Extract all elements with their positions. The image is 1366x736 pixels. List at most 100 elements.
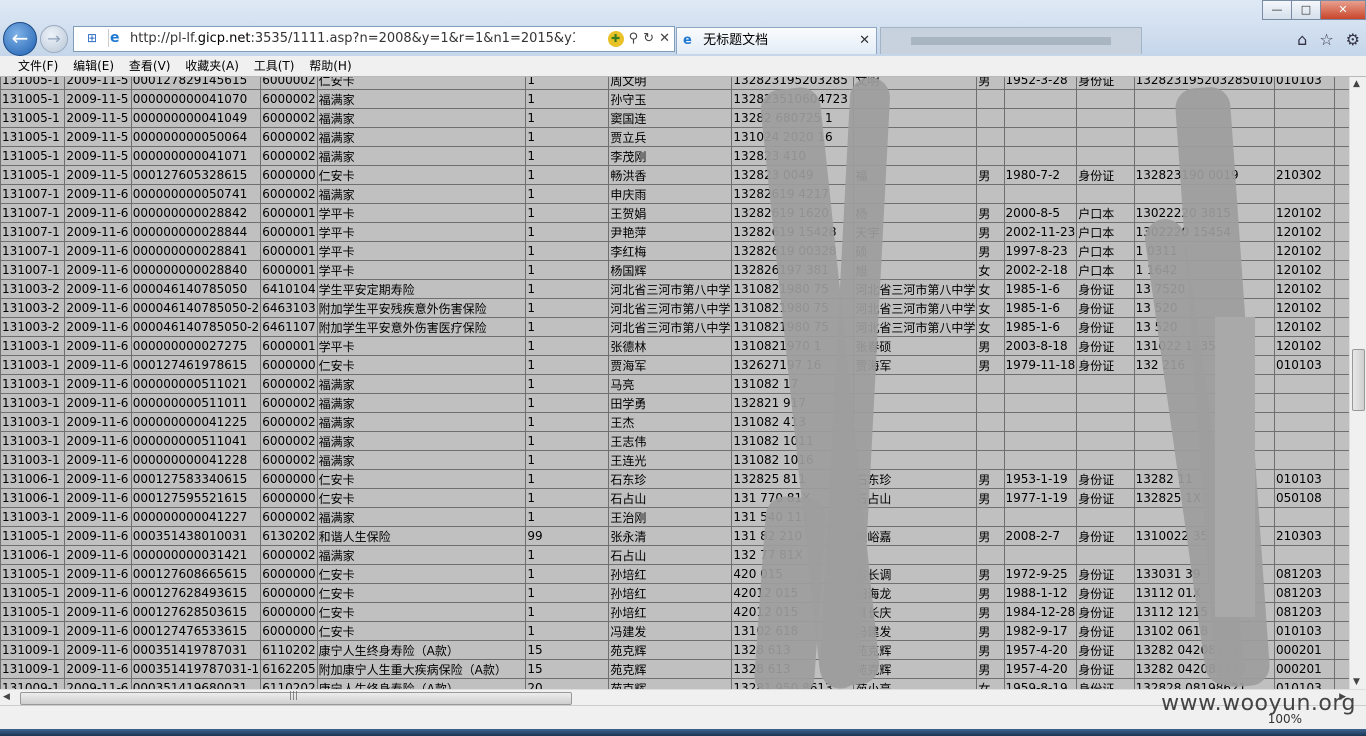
- col-occupation-code: 081203: [1273, 564, 1336, 584]
- vertical-scrollbar[interactable]: ▲ ▼: [1349, 77, 1366, 689]
- col-birthdate: 2008-2-7: [1003, 526, 1078, 546]
- col-id-type: [1076, 184, 1135, 204]
- col-extra: [1334, 279, 1350, 299]
- col-date: 2009-11-6: [64, 317, 132, 337]
- window-controls: — □ ✕: [1262, 0, 1366, 20]
- col-policy-no: 000351438010031: [130, 526, 262, 546]
- menu-edit[interactable]: 编辑(E): [73, 59, 114, 73]
- col-occupation-code: [1273, 127, 1336, 147]
- col-id-type: [1076, 393, 1135, 413]
- menu-view[interactable]: 查看(V): [129, 59, 171, 73]
- col-birthdate: 1957-4-20: [1003, 640, 1078, 660]
- back-button[interactable]: ←: [3, 22, 37, 56]
- pin-site-icon[interactable]: ⊞: [76, 29, 109, 47]
- col-birthdate: [1003, 450, 1078, 470]
- col-product-code: 6000000: [260, 469, 318, 489]
- home-icon[interactable]: ⌂: [1297, 30, 1307, 49]
- tab-close-icon[interactable]: ✕: [859, 28, 870, 54]
- col-agency-code: 131003-1: [0, 355, 66, 375]
- col-birthdate: [1003, 374, 1078, 394]
- forward-button[interactable]: →: [40, 25, 68, 53]
- col-count: 1: [525, 507, 610, 527]
- col-count: 1: [525, 602, 610, 622]
- col-applicant: 张永清: [608, 526, 733, 546]
- col-extra: [1334, 146, 1350, 166]
- col-applicant: 窦国连: [608, 108, 733, 128]
- col-id-type: [1076, 431, 1135, 451]
- table-row: 131006-1 2009-11-6 000127595521615 6000000 仁…: [0, 488, 1350, 508]
- col-product-name: 福满家: [316, 412, 527, 432]
- col-agency-code: 131003-1: [0, 412, 66, 432]
- col-date: 2009-11-6: [64, 184, 132, 204]
- minimize-button[interactable]: —: [1262, 0, 1292, 20]
- col-applicant: 李茂刚: [608, 146, 733, 166]
- col-occupation-code: 210303: [1273, 526, 1336, 546]
- col-gender: 男: [976, 621, 1005, 641]
- col-policy-no: 000046140785050-2: [130, 317, 262, 337]
- compat-view-icon[interactable]: ✚: [607, 31, 624, 47]
- col-applicant: 王治刚: [608, 507, 733, 527]
- col-product-name: 仁安卡: [316, 602, 527, 622]
- favorites-icon[interactable]: ☆: [1319, 30, 1333, 49]
- col-product-name: 仁安卡: [316, 564, 527, 584]
- col-policy-no: 000127628503615: [130, 602, 262, 622]
- col-product-name: 仁安卡: [316, 469, 527, 489]
- table-row: 131005-1 2009-11-6 000127628493615 6000000 仁…: [0, 583, 1350, 603]
- col-birthdate: [1003, 412, 1078, 432]
- vertical-scroll-thumb[interactable]: [1352, 349, 1365, 411]
- col-gender: 男: [976, 469, 1005, 489]
- tab-active[interactable]: e 无标题文档 ✕: [676, 27, 877, 54]
- col-policy-no: 000127829145615: [130, 77, 262, 90]
- col-agency-code: 131003-1: [0, 393, 66, 413]
- col-policy-no: 000127476533615: [130, 621, 262, 641]
- scroll-left-arrow-icon[interactable]: ◀: [3, 692, 10, 702]
- col-policy-no: 000000000028842: [130, 203, 262, 223]
- col-gender: 男: [976, 355, 1005, 375]
- browser-chrome: — □ ✕ ← → ⊞ e http://pl-lf.gicp.net:3535…: [0, 0, 1366, 56]
- tab-inactive[interactable]: [880, 27, 1142, 54]
- col-policy-no: 000351419680031: [130, 678, 262, 689]
- col-date: 2009-11-6: [64, 412, 132, 432]
- col-count: 1: [525, 241, 610, 261]
- col-occupation-code: 010103: [1273, 621, 1336, 641]
- maximize-button[interactable]: □: [1291, 0, 1321, 20]
- table-row: 131005-1 2009-11-6 000127608665615 6000000 仁…: [0, 564, 1350, 584]
- col-occupation-code: 050108: [1273, 488, 1336, 508]
- scroll-down-arrow-icon[interactable]: ▼: [1353, 677, 1360, 687]
- close-window-button[interactable]: ✕: [1320, 0, 1366, 20]
- refresh-icon[interactable]: ↻: [643, 27, 654, 51]
- scroll-up-arrow-icon[interactable]: ▲: [1353, 79, 1360, 89]
- col-birthdate: 1997-8-23: [1003, 241, 1078, 261]
- table-row: 131005-1 2009-11-5 000127605328615 6000000 仁…: [0, 165, 1350, 185]
- settings-icon[interactable]: ⚙: [1346, 30, 1360, 49]
- col-occupation-code: 010103: [1273, 77, 1336, 90]
- col-date: 2009-11-6: [64, 336, 132, 356]
- col-policy-no: 000000000028840: [130, 260, 262, 280]
- col-gender: [976, 450, 1005, 470]
- col-extra: [1334, 203, 1350, 223]
- menu-tools[interactable]: 工具(T): [254, 59, 295, 73]
- menu-help[interactable]: 帮助(H): [309, 59, 351, 73]
- url-text[interactable]: http://pl-lf.gicp.net:3535/1111.asp?n=20…: [130, 27, 575, 51]
- menu-file[interactable]: 文件(F): [18, 59, 58, 73]
- col-date: 2009-11-6: [64, 374, 132, 394]
- col-policy-no: 000000000041227: [130, 507, 262, 527]
- col-birthdate: 2002-2-18: [1003, 260, 1078, 280]
- col-policy-no: 000000000028841: [130, 241, 262, 261]
- table-row: 131003-1 2009-11-6 000000000041227 6000002 福…: [0, 507, 1350, 527]
- col-id-type: [1076, 146, 1135, 166]
- menu-favorites[interactable]: 收藏夹(A): [185, 59, 239, 73]
- col-birthdate: 1988-1-12: [1003, 583, 1078, 603]
- col-applicant: 王连光: [608, 450, 733, 470]
- address-bar[interactable]: ⊞ e http://pl-lf.gicp.net:3535/1111.asp?…: [73, 26, 675, 52]
- col-id-type: 身份证: [1076, 165, 1135, 185]
- horizontal-scroll-thumb[interactable]: |||: [20, 691, 572, 705]
- table-row: 131006-1 2009-11-6 000000000031421 6000002 福…: [0, 545, 1350, 565]
- search-icon[interactable]: ⚲: [629, 27, 639, 51]
- col-applicant: 冯建发: [608, 621, 733, 641]
- col-product-code: 6000002: [260, 108, 318, 128]
- stop-icon[interactable]: ✕: [659, 27, 670, 51]
- col-gender: [976, 184, 1005, 204]
- col-count: 1: [525, 412, 610, 432]
- col-gender: 男: [976, 488, 1005, 508]
